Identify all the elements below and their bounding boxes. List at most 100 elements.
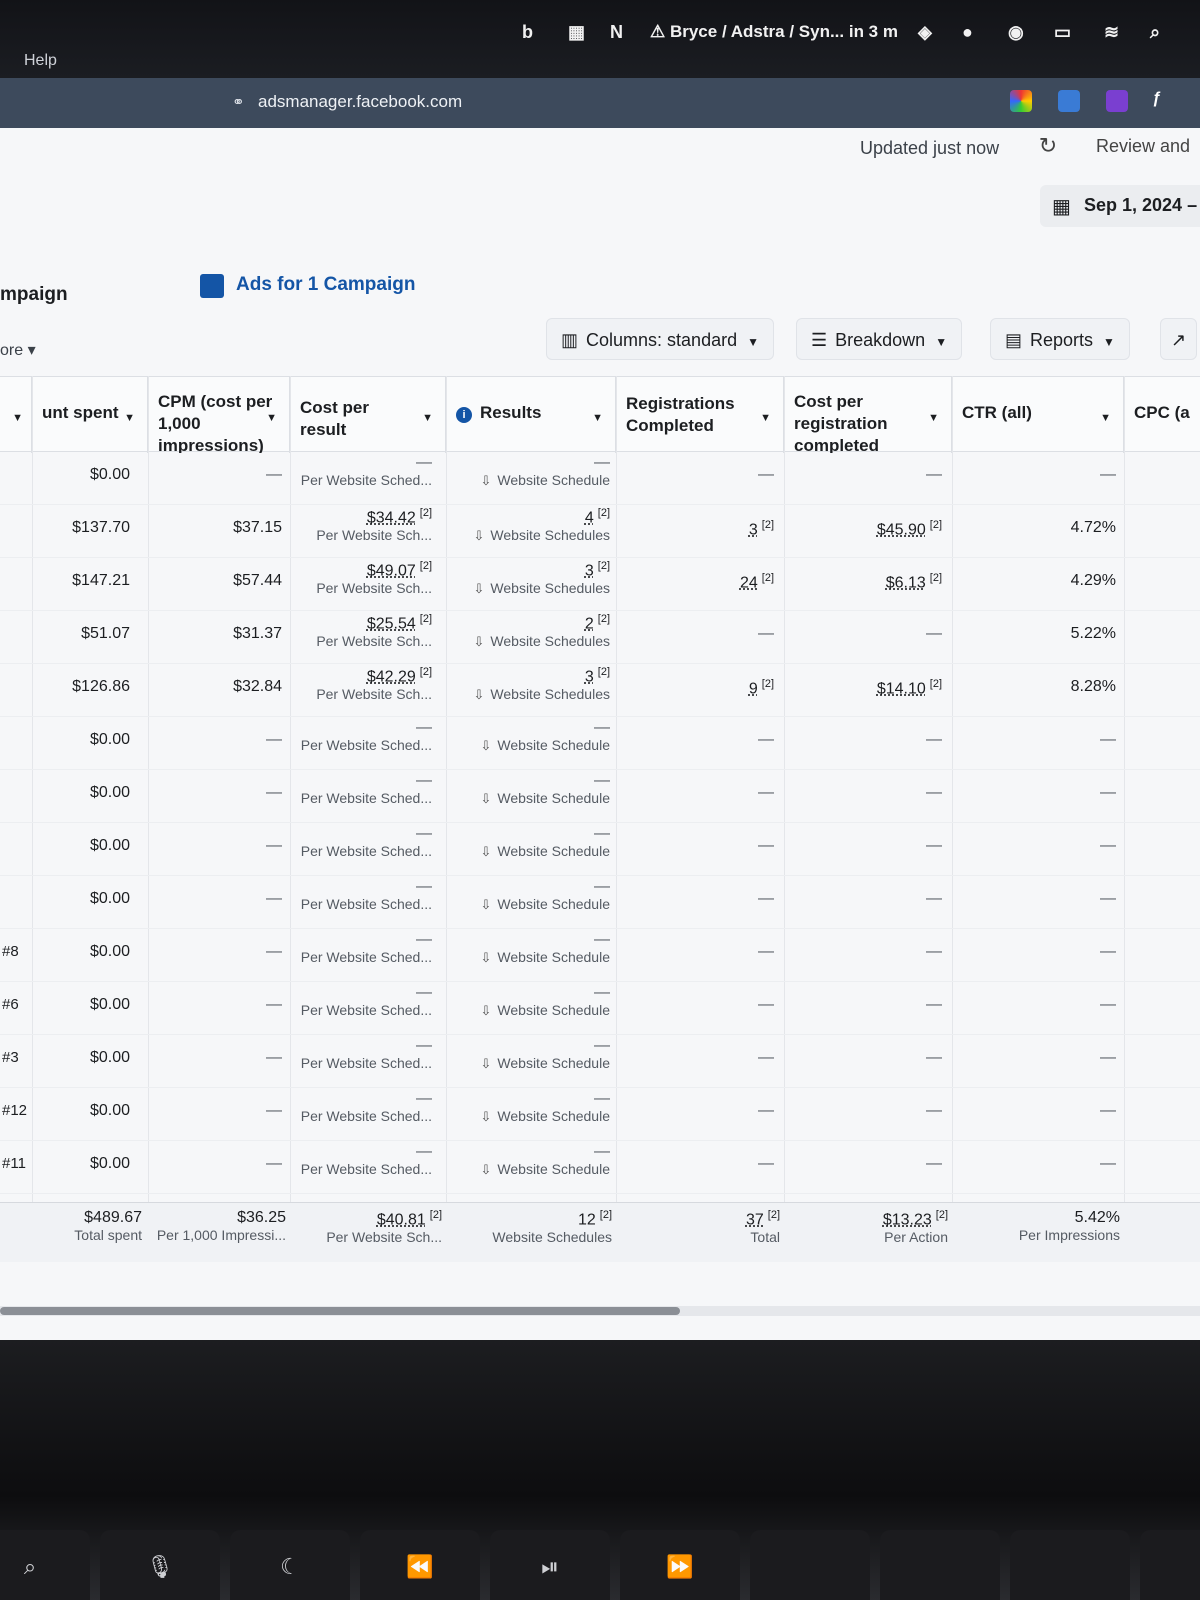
header-amount-spent[interactable]: unt spent ▼ [32,377,148,453]
browser-toolbar: ⚭ adsmanager.facebook.com ƒ [0,78,1200,128]
results-value[interactable]: 4 [585,509,594,526]
info-icon[interactable]: i [456,407,472,423]
results-cell: — ⇩ Website Schedule [450,1037,611,1072]
table-row[interactable]: $126.86 $32.84 $42.29 [2] Per Website Sch...… [0,664,1200,717]
cpreg-value[interactable]: $6.13 [886,574,926,591]
total-ctr-value: 5.42% [1074,1209,1120,1226]
table-row[interactable]: $0.00— — Per Website Sched... — ⇩ Website Sch… [0,770,1200,823]
extension-color-icon[interactable] [1010,90,1032,112]
cost-per-result-cell: — Per Website Sched... [294,878,432,912]
header-cost-per-result[interactable]: Cost per result ▼ [290,377,446,453]
reports-button[interactable]: ▤ Reports ▼ [990,318,1130,360]
table-row[interactable]: #6 $0.00— — Per Website Sched... — ⇩ Website S… [0,982,1200,1035]
battery-icon[interactable]: ▭ [1054,22,1071,43]
ad-name[interactable]: #6 [2,996,19,1013]
review-and-publish-button[interactable]: Review and [1096,136,1190,157]
bing-icon[interactable]: b [522,22,533,43]
calendar-event[interactable]: ⚠ Bryce / Adstra / Syn... in 3 m [650,22,898,42]
header-name-col[interactable]: ▼ [0,377,32,453]
ad-name[interactable]: #12 [2,1102,27,1119]
amount-spent-cell: $147.21 [72,572,130,589]
footnote-mark: [2] [761,519,774,531]
table-row[interactable]: $137.70 $37.15 $34.42 [2] Per Website Sch...… [0,505,1200,558]
total-cpreg-value[interactable]: $13.23 [883,1211,932,1228]
ad-name[interactable]: #11 [2,1155,26,1172]
cpr-value[interactable]: $42.29 [367,668,416,685]
header-cpm[interactable]: CPM (cost per 1,000 impressions) ▼ [148,377,290,453]
breakdown-button[interactable]: ☰ Breakdown ▼ [796,318,963,360]
ad-name[interactable]: #8 [2,943,19,960]
results-label: Website Schedule [497,1002,610,1018]
download-extension-icon[interactable] [1058,90,1080,112]
header-results[interactable]: i Results ▼ [446,377,616,453]
table-row[interactable]: #12 $0.00— — Per Website Sched... — ⇩ Website … [0,1088,1200,1141]
cpreg-value: — [926,731,942,748]
cpr-value[interactable]: $49.07 [367,562,416,579]
download-icon: ⇩ [480,473,492,488]
header-registrations[interactable]: Registrations Completed ▼ [616,377,784,453]
ad-name[interactable]: #3 [2,1049,19,1066]
footnote-mark: [2] [419,560,432,572]
total-cpr-value[interactable]: $40.81 [377,1211,426,1228]
cost-per-registration-cell: $6.13 [2] [788,572,942,592]
cpreg-value[interactable]: $14.10 [877,680,926,697]
table-row[interactable]: #11 $0.00— — Per Website Sched... — ⇩ Website … [0,1141,1200,1194]
reg-value[interactable]: 24 [740,574,758,591]
user-icon[interactable]: ● [962,22,973,43]
ads-manager-page: Updated just now ↻ Review and ▦ Sep 1, 2… [0,128,1200,1340]
scrollbar-thumb[interactable] [0,1307,680,1315]
play-circle-icon[interactable]: ◉ [1008,22,1024,43]
table-row[interactable]: $0.00— — Per Website Sched... — ⇩ Website Sch… [0,452,1200,505]
horizontal-scrollbar[interactable] [0,1306,1200,1316]
ctr-cell: — [1100,1155,1116,1172]
header-label: CPM (cost per 1,000 impressions) [158,392,273,453]
cpr-value[interactable]: $25.54 [367,615,416,632]
cpreg-value[interactable]: $45.90 [877,521,926,538]
reg-value[interactable]: 9 [749,680,758,697]
sort-icon: ▼ [592,412,603,424]
table-row[interactable]: $0.00— — Per Website Sched... — ⇩ Website Sch… [0,717,1200,770]
total-reg-value[interactable]: 37 [746,1211,764,1228]
total-cost-per-result: $40.81 [2] Per Website Sch... [294,1209,442,1245]
table-row[interactable]: $0.00— — Per Website Sched... — ⇩ Website Sch… [0,823,1200,876]
wifi-icon[interactable]: ≋ [1104,22,1119,43]
cpr-value[interactable]: $34.42 [367,509,416,526]
reg-value[interactable]: 3 [749,521,758,538]
search-icon[interactable]: ⌕ [1150,22,1160,43]
total-cpm: $36.25 Per 1,000 Impressi... [152,1209,286,1243]
footnote-mark: [2] [935,1209,948,1221]
notion-icon[interactable]: N [610,22,623,43]
results-value[interactable]: 3 [585,562,594,579]
header-ctr[interactable]: CTR (all) ▼ [952,377,1124,453]
table-row[interactable]: #3 $0.00— — Per Website Sched... — ⇩ Website S… [0,1035,1200,1088]
registrations-cell: 3 [2] [620,519,774,539]
more-dropdown[interactable]: ore ▾ [0,340,36,360]
columns-button[interactable]: ▥ Columns: standard ▼ [546,318,774,360]
results-value: — [594,1037,610,1054]
grid-icon[interactable]: ▦ [568,22,585,43]
export-icon[interactable]: ↗ [1160,318,1198,360]
address-bar[interactable]: adsmanager.facebook.com [258,92,462,112]
table-row[interactable]: #8 $0.00— — Per Website Sched... — ⇩ Website S… [0,929,1200,982]
cost-per-result-cell: $49.07 [2] Per Website Sch... [294,560,432,596]
tab-ads[interactable]: Ads for 1 Campaign [236,274,415,296]
table-row[interactable]: $0.00— — Per Website Sched... — ⇩ Website Sch… [0,876,1200,929]
total-ctr-label: Per Impressions [1018,1227,1120,1243]
function-extension-icon[interactable]: ƒ [1152,90,1174,112]
table-row[interactable]: $147.21 $57.44 $49.07 [2] Per Website Sch...… [0,558,1200,611]
layers-icon[interactable]: ◈ [918,22,932,43]
cpr-label: Per Website Sched... [300,737,432,753]
results-value[interactable]: 3 [585,668,594,685]
date-range-picker[interactable]: ▦ Sep 1, 2024 – [1040,185,1200,227]
keyboard-key [880,1530,1000,1600]
results-cell: 3 [2] ⇩ Website Schedules [450,560,611,597]
tab-campaigns[interactable]: mpaign [0,284,68,306]
help-menu[interactable]: Help [24,52,57,70]
total-cpr-label: Per Website Sch... [326,1229,442,1246]
refresh-icon[interactable]: ↻ [1030,128,1066,164]
header-cost-per-registration[interactable]: Cost per registration completed ▼ [784,377,952,453]
bug-extension-icon[interactable] [1106,90,1128,112]
table-row[interactable]: $51.07 $31.37 $25.54 [2] Per Website Sch... 2… [0,611,1200,664]
header-cpc[interactable]: CPC (a [1124,377,1200,453]
results-value[interactable]: 2 [585,615,594,632]
